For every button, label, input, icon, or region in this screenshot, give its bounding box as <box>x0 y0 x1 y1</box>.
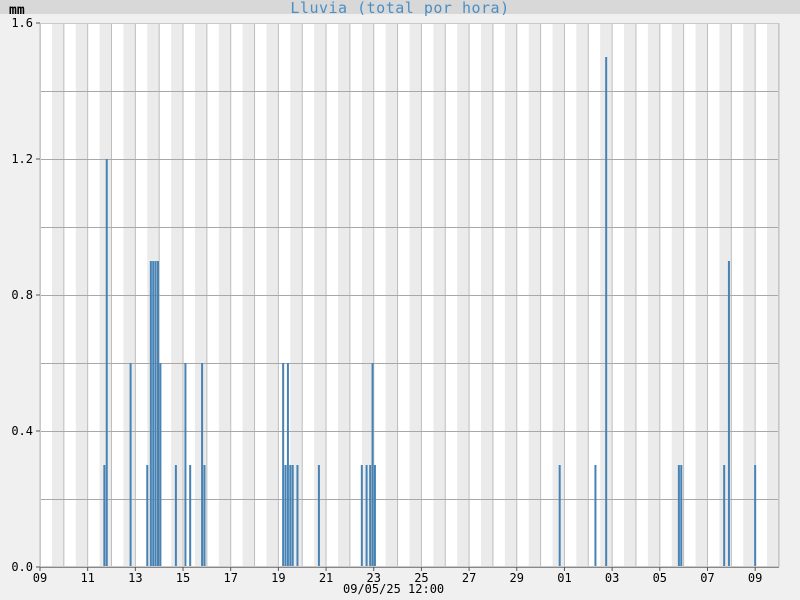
x-tick-label: 01 <box>557 571 571 585</box>
rain-bar <box>203 465 206 567</box>
rain-bar <box>360 465 363 567</box>
x-tick-label: 09 <box>748 571 762 585</box>
rain-bar <box>154 261 157 567</box>
rain-bar <box>157 261 160 567</box>
rain-bar <box>680 465 683 567</box>
y-tick-label: 0.8 <box>11 288 33 302</box>
rain-bar <box>373 465 376 567</box>
timestamp-label: 09/05/25 12:00 <box>343 582 445 596</box>
y-tick-label: 1.6 <box>11 16 33 30</box>
rain-bar <box>291 465 294 567</box>
y-tick-label: 1.2 <box>11 152 33 166</box>
rain-bar <box>594 465 597 567</box>
rain-bar <box>284 465 287 567</box>
rain-bar <box>605 57 608 567</box>
rain-bar <box>103 465 106 567</box>
rain-bar <box>149 261 152 567</box>
rain-bar <box>369 465 372 567</box>
rain-bar <box>129 363 132 567</box>
x-tick-label: 07 <box>700 571 714 585</box>
x-tick-label: 03 <box>605 571 619 585</box>
x-tick-label: 05 <box>653 571 667 585</box>
rain-bar <box>677 465 680 567</box>
rain-bar <box>184 363 187 567</box>
x-tick-label: 27 <box>462 571 476 585</box>
rain-bar-chart: 0.00.40.81.21.609 11 13 15 17 19 21 23 25 27 29 01 0… <box>11 16 780 585</box>
rain-bar <box>723 465 726 567</box>
rain-bar <box>558 465 561 567</box>
rain-bar <box>201 363 204 567</box>
rain-bar <box>754 465 757 567</box>
rain-bar <box>159 363 162 567</box>
x-tick-label: 15 <box>176 571 190 585</box>
x-tick-label: 09 <box>33 571 47 585</box>
y-tick-label: 0.0 <box>11 560 33 574</box>
rain-bar <box>152 261 155 567</box>
rain-bar <box>289 465 292 567</box>
x-tick-label: 19 <box>271 571 285 585</box>
rain-bar <box>146 465 149 567</box>
rain-bar <box>365 465 368 567</box>
rain-bar <box>105 159 108 567</box>
rain-bar <box>189 465 192 567</box>
rain-bar <box>286 363 289 567</box>
rain-bar <box>371 363 374 567</box>
rain-bar <box>317 465 320 567</box>
rain-bar <box>296 465 299 567</box>
x-tick-label: 17 <box>223 571 237 585</box>
rain-bar <box>174 465 177 567</box>
x-tick-label: 11 <box>80 571 94 585</box>
x-tick-label: 29 <box>510 571 524 585</box>
x-tick-label: 21 <box>319 571 333 585</box>
rain-bar <box>282 363 285 567</box>
x-tick-label: 13 <box>128 571 142 585</box>
y-tick-label: 0.4 <box>11 424 33 438</box>
rain-bar <box>727 261 730 567</box>
